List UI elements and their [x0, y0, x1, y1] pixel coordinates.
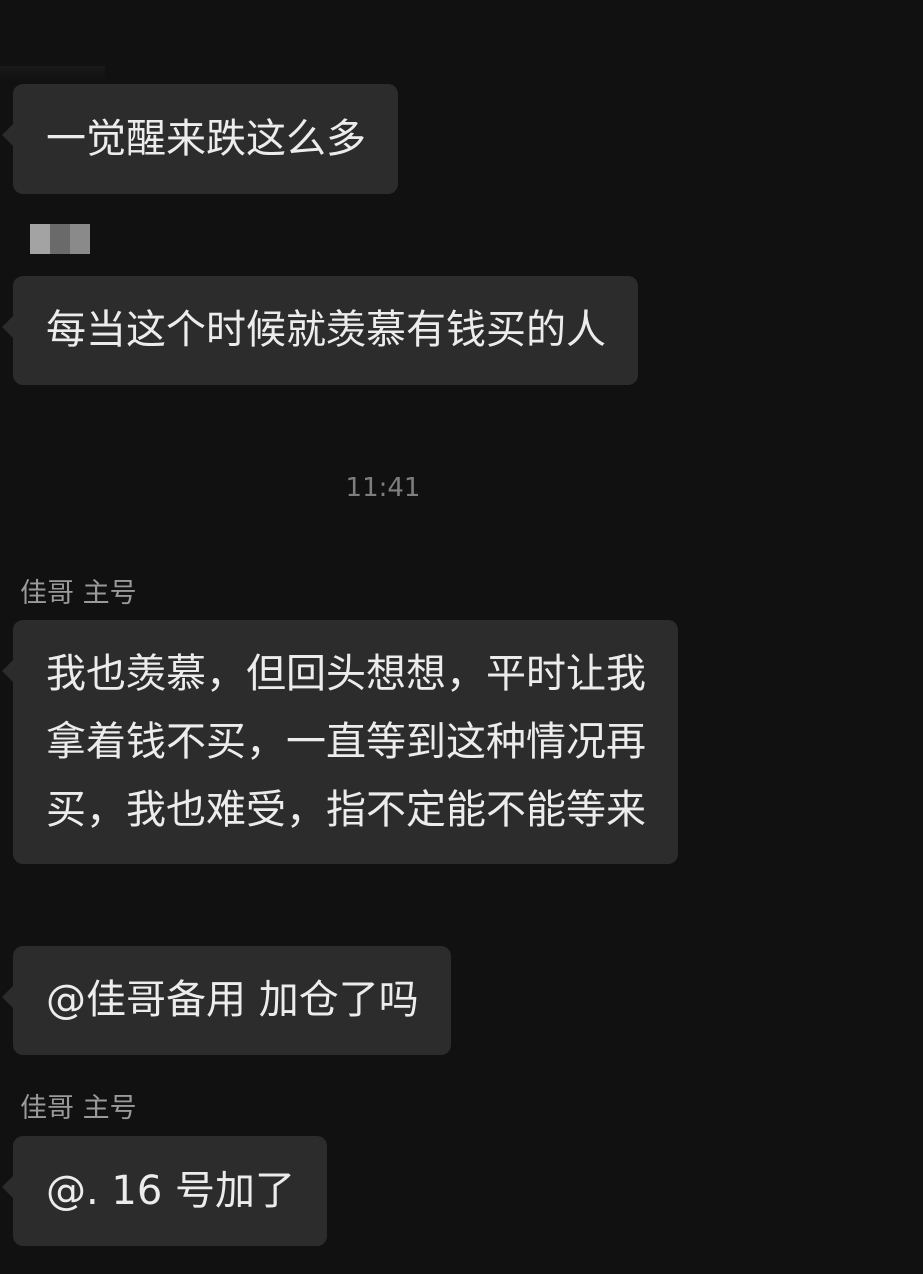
message-bubble[interactable]: 每当这个时候就羡慕有钱买的人: [2, 276, 638, 385]
message-timestamp: 11:41: [345, 473, 421, 503]
avatar-pixel: [70, 224, 90, 254]
message-text: 一觉醒来跌这么多: [46, 116, 366, 162]
message-line: 拿着钱不买，一直等到这种情况再: [46, 719, 646, 765]
message-line: 买，我也难受，指不定能不能等来: [46, 787, 646, 833]
avatar-pixel: [30, 224, 50, 254]
message-text: 每当这个时候就羡慕有钱买的人: [46, 307, 606, 353]
message-text: @. 16 号加了: [46, 1168, 296, 1214]
blurred-avatar[interactable]: [30, 224, 90, 254]
message-text: @佳哥备用 加仓了吗: [46, 977, 419, 1023]
message-bubble[interactable]: 我也羡慕，但回头想想，平时让我 拿着钱不买，一直等到这种情况再 买，我也难受，指…: [2, 620, 678, 864]
top-fade: [0, 66, 105, 80]
message-line: 我也羡慕，但回头想想，平时让我: [46, 651, 646, 697]
sender-name[interactable]: 佳哥 主号: [20, 577, 137, 611]
sender-name[interactable]: 佳哥 主号: [20, 1092, 137, 1126]
message-bubble[interactable]: 一觉醒来跌这么多: [2, 84, 398, 194]
avatar-pixel: [50, 224, 70, 254]
message-bubble[interactable]: @佳哥备用 加仓了吗: [2, 946, 451, 1055]
message-bubble[interactable]: @. 16 号加了: [1, 1136, 328, 1246]
